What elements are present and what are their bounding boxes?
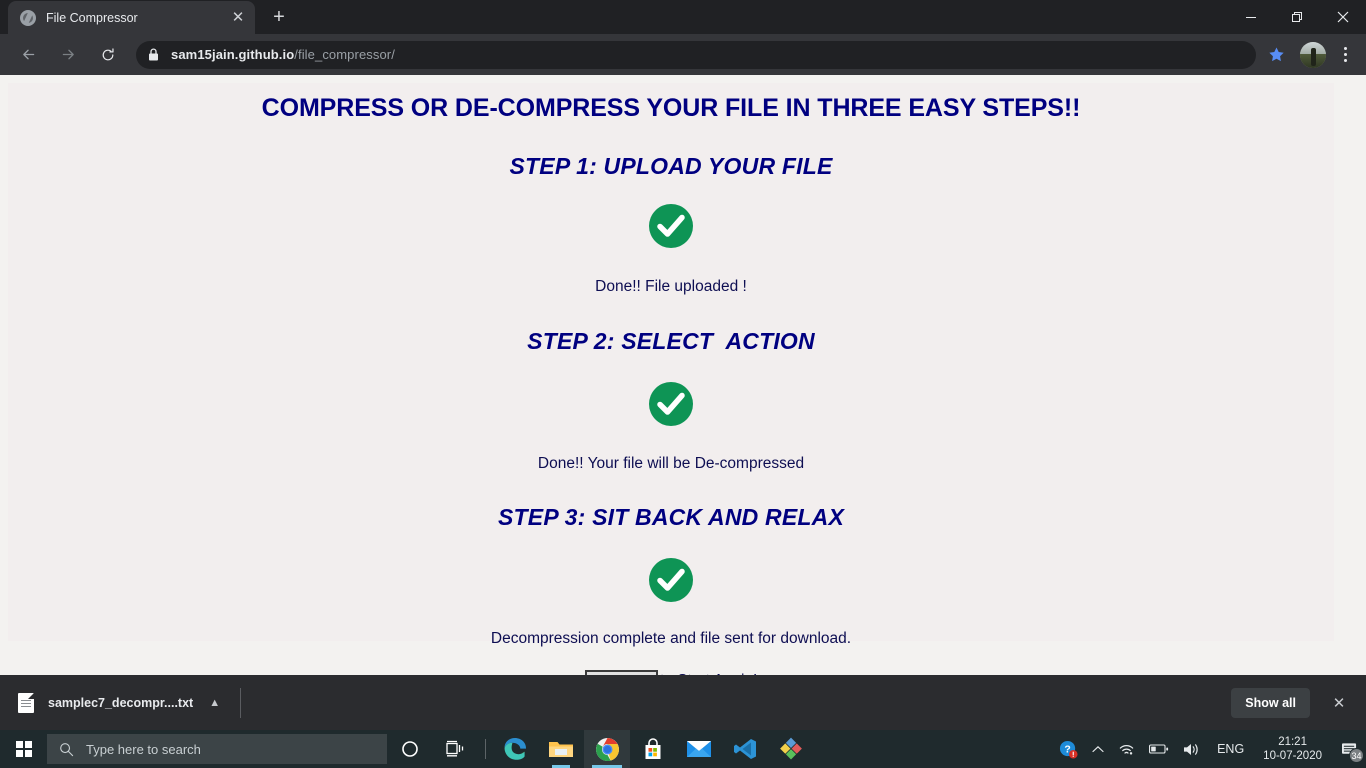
address-bar[interactable]: sam15jain.github.io/file_compressor/ (136, 40, 1256, 69)
green-check-icon (648, 203, 694, 254)
language-indicator[interactable]: ENG (1208, 730, 1253, 768)
search-placeholder: Type here to search (86, 741, 201, 757)
windows-taskbar: Type here to search ? ENG 21:21 10-07-20… (0, 730, 1366, 768)
wifi-icon[interactable] (1111, 730, 1142, 768)
clock-date: 10-07-2020 (1263, 750, 1322, 762)
action-center-icon[interactable]: 34 (1332, 730, 1366, 768)
step-2-status-icon-wrap (8, 381, 1334, 432)
forward-arrow-icon (53, 40, 83, 70)
help-question-icon[interactable]: ? (1052, 730, 1085, 768)
taskbar-divider (485, 739, 486, 759)
step-3-status-text: Decompression complete and file sent for… (490, 630, 852, 647)
minimize-icon[interactable] (1228, 0, 1274, 34)
url-text: sam15jain.github.io/file_compressor/ (171, 47, 395, 62)
step-2-heading: STEP 2: SELECT ACTION (527, 328, 815, 354)
download-file-name: samplec7_decompr....txt (48, 695, 194, 710)
step-2-status-text: Done!! Your file will be De-compressed (537, 455, 805, 472)
chevron-up-icon[interactable]: ▲ (209, 697, 220, 709)
close-icon[interactable]: ✕ (229, 9, 247, 27)
new-tab-button[interactable]: + (265, 3, 293, 31)
download-shelf: samplec7_decompr....txt ▲ Show all ✕ (0, 675, 1366, 730)
close-icon[interactable]: ✕ (1320, 684, 1358, 722)
battery-icon[interactable] (1142, 730, 1176, 768)
step-1-status-icon-wrap (8, 203, 1334, 254)
mail-icon[interactable] (676, 730, 722, 768)
lock-icon (148, 48, 159, 61)
clock[interactable]: 21:21 10-07-2020 (1253, 730, 1332, 768)
page-title: COMPRESS OR DE-COMPRESS YOUR FILE IN THR… (261, 94, 1081, 122)
file-explorer-icon[interactable] (538, 730, 584, 768)
browser-toolbar: sam15jain.github.io/file_compressor/ (0, 34, 1366, 75)
download-item[interactable]: samplec7_decompr....txt ▲ (18, 685, 220, 721)
browser-tab-file-compressor[interactable]: File Compressor ✕ (8, 1, 255, 34)
step-1-heading: STEP 1: UPLOAD YOUR FILE (509, 153, 833, 179)
show-all-downloads-button[interactable]: Show all (1231, 687, 1310, 718)
chrome-browser-window: File Compressor ✕ + sam15jain.github.io/… (0, 0, 1366, 675)
three-dot-menu-icon[interactable] (1332, 40, 1358, 70)
tab-strip: File Compressor ✕ + (0, 0, 1366, 34)
back-arrow-icon[interactable] (13, 40, 43, 70)
search-icon (59, 742, 74, 757)
shelf-divider (240, 687, 242, 718)
search-input[interactable]: Type here to search (47, 734, 387, 764)
windows-logo-icon[interactable] (0, 730, 47, 768)
star-icon[interactable] (1262, 41, 1290, 69)
tab-title: File Compressor (46, 10, 138, 25)
green-check-icon (648, 381, 694, 432)
vscode-icon[interactable] (722, 730, 768, 768)
speaker-icon[interactable] (1176, 730, 1208, 768)
notification-count-badge: 34 (1349, 748, 1364, 763)
page-content: COMPRESS OR DE-COMPRESS YOUR FILE IN THR… (8, 83, 1334, 675)
url-domain: sam15jain.github.io (171, 47, 295, 62)
system-tray: ? ENG 21:21 10-07-2020 34 (1052, 730, 1366, 768)
show-hidden-icons-icon[interactable] (1085, 730, 1111, 768)
restore-icon[interactable] (1274, 0, 1320, 34)
task-view-icon[interactable] (433, 730, 479, 768)
document-icon (18, 692, 34, 713)
window-controls (1228, 0, 1366, 34)
chrome-icon[interactable] (584, 730, 630, 768)
colorful-diamond-app-icon[interactable] (768, 730, 814, 768)
reload-icon[interactable] (93, 40, 123, 70)
url-path: /file_compressor/ (294, 47, 395, 62)
globe-icon (20, 9, 36, 26)
step-3-status-icon-wrap (8, 557, 1334, 608)
clock-time: 21:21 (1278, 736, 1307, 748)
avatar[interactable] (1300, 41, 1326, 68)
microsoft-store-icon[interactable] (630, 730, 676, 768)
page-viewport: COMPRESS OR DE-COMPRESS YOUR FILE IN THR… (0, 75, 1366, 675)
edge-icon[interactable] (492, 730, 538, 768)
close-icon[interactable] (1320, 0, 1366, 34)
cortana-circle-icon[interactable] (387, 730, 433, 768)
step-1-status-text: Done!! File uploaded ! (595, 278, 747, 295)
green-check-icon (648, 557, 694, 608)
step-3-heading: STEP 3: SIT BACK AND RELAX (498, 504, 844, 530)
